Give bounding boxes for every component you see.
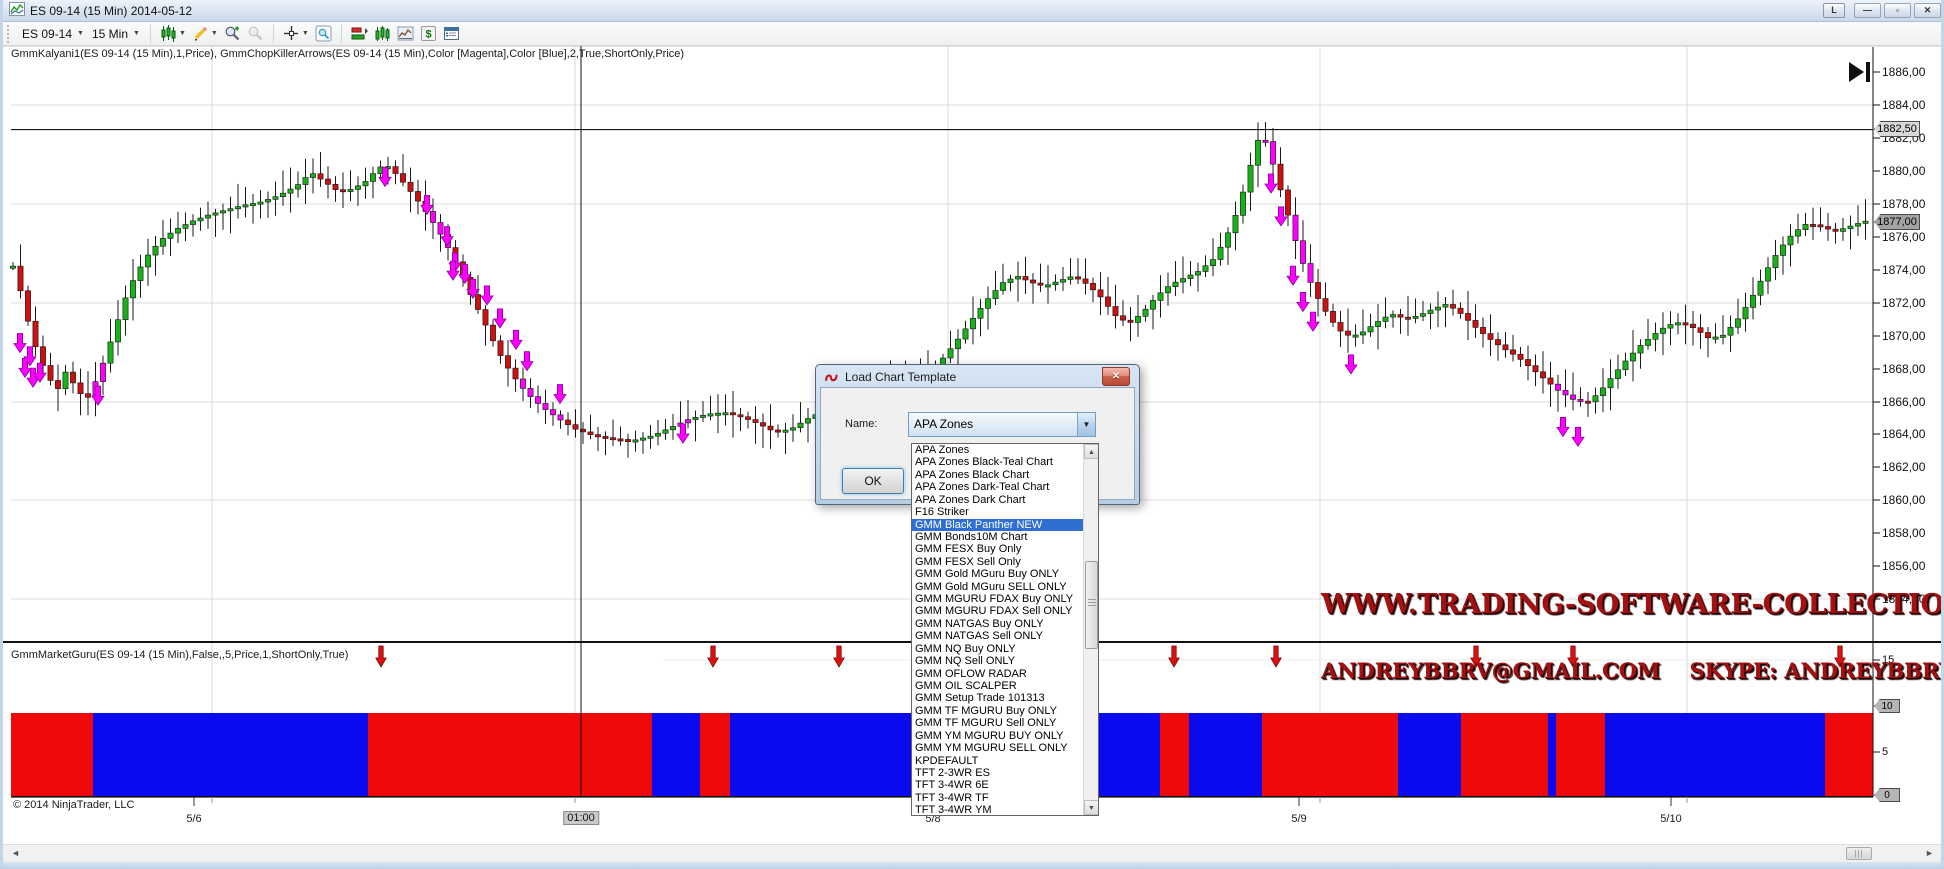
template-option[interactable]: GMM NATGAS Sell ONLY <box>912 630 1084 642</box>
ninjatrader-chart-window: ES 09-14 (15 Min) 2014-05-12 L — ▫ ✕ ES … <box>0 0 1944 869</box>
combobox-dropdown-icon[interactable]: ▼ <box>1077 413 1095 436</box>
template-option[interactable]: GMM OFLOW RADAR <box>912 668 1084 680</box>
dialog-close-button[interactable]: ✕ <box>1102 367 1130 386</box>
watermark-line2: ANDREYBBRV@GMAIL.COM SKYPE: ANDREYBBRV <box>1321 658 1851 683</box>
ok-button[interactable]: OK <box>842 468 904 494</box>
template-option[interactable]: GMM TF MGURU Buy ONLY <box>912 705 1084 717</box>
template-option[interactable]: GMM YM MGURU SELL ONLY <box>912 742 1084 754</box>
scroll-up-icon[interactable]: ▲ <box>1084 444 1099 459</box>
template-option[interactable]: GMM Gold MGuru SELL ONLY <box>912 581 1084 593</box>
template-option[interactable]: TFT 3-4WR 6E <box>912 779 1084 791</box>
template-options: APA ZonesAPA Zones Black-Teal ChartAPA Z… <box>912 444 1098 816</box>
copyright-label: © 2014 NinjaTrader, LLC <box>13 799 134 811</box>
scroll-right-icon[interactable]: ► <box>1925 848 1934 858</box>
template-option[interactable]: GMM FESX Sell Only <box>912 556 1084 568</box>
template-option[interactable]: GMM NQ Buy ONLY <box>912 643 1084 655</box>
template-option[interactable]: TFT 3-4WR YM <box>912 804 1084 816</box>
price-axis-label: 1886,00 <box>1882 65 1925 79</box>
chop-arrows <box>14 167 1584 446</box>
template-option[interactable]: KPDEFAULT <box>912 755 1084 767</box>
crosshair-time-tag: 01:00 <box>563 811 599 825</box>
dialog-titlebar[interactable]: Load Chart Template <box>824 368 956 386</box>
template-option[interactable]: GMM NQ Sell ONLY <box>912 655 1084 667</box>
watermark: WWW.TRADING-SOFTWARE-COLLECTION.COM ANDR… <box>1321 551 1851 721</box>
template-option[interactable]: GMM YM MGURU BUY ONLY <box>912 730 1084 742</box>
list-scrollbar[interactable]: ▲ ▼ <box>1083 444 1098 815</box>
price-axis-label: 1864,00 <box>1882 427 1925 441</box>
watermark-line1: WWW.TRADING-SOFTWARE-COLLECTION.COM <box>1321 589 1851 620</box>
price-axis-label: 1870,00 <box>1882 329 1925 343</box>
time-axis-label: 5/6 <box>186 813 201 825</box>
template-option[interactable]: APA Zones Black Chart <box>912 469 1084 481</box>
price-axis-label: 1868,00 <box>1882 362 1925 376</box>
price-axis-label: 1872,00 <box>1882 296 1925 310</box>
template-option[interactable]: TFT 3-4WR TF <box>912 792 1084 804</box>
template-option[interactable]: APA Zones <box>912 444 1084 456</box>
template-option[interactable]: GMM Bonds10M Chart <box>912 531 1084 543</box>
ninjatrader-logo-icon <box>824 370 839 385</box>
indicator-label-lower: GmmMarketGuru(ES 09-14 (15 Min),False,,5… <box>11 649 348 661</box>
price-axis-label: 1874,00 <box>1882 263 1925 277</box>
play-to-end-icon <box>1848 61 1872 83</box>
scroll-left-icon[interactable]: ◄ <box>11 848 20 858</box>
template-combobox[interactable]: APA Zones ▼ <box>908 412 1096 437</box>
template-option[interactable]: APA Zones Dark-Teal Chart <box>912 481 1084 493</box>
price-axis-label: 1884,00 <box>1882 98 1925 112</box>
template-option[interactable]: GMM OIL SCALPER <box>912 680 1084 692</box>
template-option[interactable]: APA Zones Black-Teal Chart <box>912 456 1084 468</box>
name-label: Name: <box>845 418 877 430</box>
scrollbar-thumb[interactable]: ||| <box>1846 847 1872 860</box>
template-option[interactable]: GMM MGURU FDAX Buy ONLY <box>912 593 1084 605</box>
dialog-title-text: Load Chart Template <box>845 370 956 384</box>
price-axis-label: 1878,00 <box>1882 197 1925 211</box>
template-option[interactable]: TFT 2-3WR ES <box>912 767 1084 779</box>
time-axis-label: 5/10 <box>1660 813 1681 825</box>
scroll-down-icon[interactable]: ▼ <box>1084 800 1099 815</box>
template-option[interactable]: GMM FESX Buy Only <box>912 543 1084 555</box>
template-option[interactable]: GMM NATGAS Buy ONLY <box>912 618 1084 630</box>
price-axis-label: 1858,00 <box>1882 526 1925 540</box>
price-axis-label: 1866,00 <box>1882 395 1925 409</box>
window-bottom-border <box>3 862 1944 869</box>
price-tag: 1882,50 <box>1874 121 1920 137</box>
price-axis-label: 1856,00 <box>1882 559 1925 573</box>
template-option[interactable]: GMM Black Panther NEW <box>912 519 1084 531</box>
template-option[interactable]: GMM TF MGURU Sell ONLY <box>912 717 1084 729</box>
price-axis-label: 1876,00 <box>1882 230 1925 244</box>
template-option[interactable]: F16 Striker <box>912 506 1084 518</box>
go-to-last-bar-button[interactable] <box>1848 61 1872 88</box>
indicator-axis-label: 5 <box>1882 746 1888 758</box>
time-axis-label: 5/9 <box>1291 813 1306 825</box>
indicator-label-top: GmmKalyani1(ES 09-14 (15 Min),1,Price), … <box>11 48 684 60</box>
combobox-value: APA Zones <box>909 413 1077 436</box>
price-axis-label: 1862,00 <box>1882 460 1925 474</box>
template-option[interactable]: GMM Setup Trade 101313 <box>912 692 1084 704</box>
template-option[interactable]: APA Zones Dark Chart <box>912 494 1084 506</box>
price-axis-label: 1880,00 <box>1882 164 1925 178</box>
price-tag: 1877,00 <box>1874 214 1920 230</box>
template-option[interactable]: GMM Gold MGuru Buy ONLY <box>912 568 1084 580</box>
list-scrollbar-thumb[interactable] <box>1085 561 1098 649</box>
template-dropdown-list: APA ZonesAPA Zones Black-Teal ChartAPA Z… <box>911 443 1099 816</box>
horizontal-scrollbar[interactable]: ◄ ||| ► <box>3 844 1944 862</box>
template-option[interactable]: GMM MGURU FDAX Sell ONLY <box>912 605 1084 617</box>
price-axis-label: 1860,00 <box>1882 493 1925 507</box>
